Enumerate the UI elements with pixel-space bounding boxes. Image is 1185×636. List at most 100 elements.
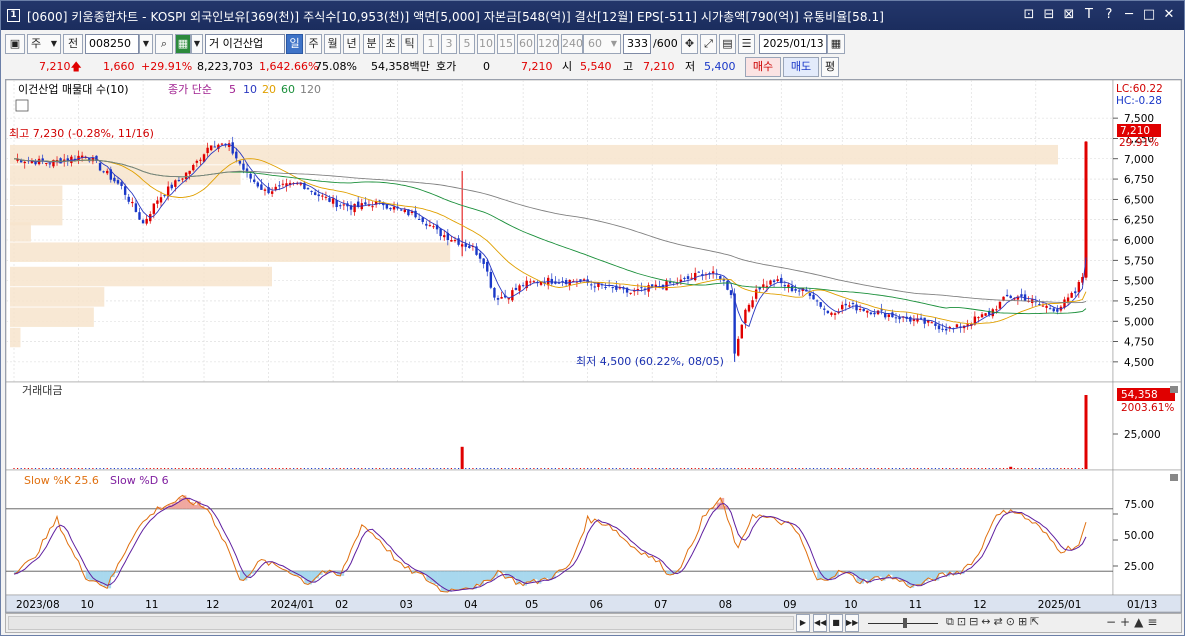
price-tick-label: 5,000: [1124, 316, 1154, 328]
price-tick-label: 6,750: [1124, 174, 1154, 186]
volume-bar: [766, 468, 768, 469]
period-year[interactable]: 년: [343, 34, 360, 54]
minimize-icon[interactable]: ─: [1122, 8, 1136, 22]
candle-body: [353, 203, 356, 213]
minute-60[interactable]: 60: [517, 34, 535, 54]
rewind-icon[interactable]: ◀◀: [813, 614, 827, 632]
legend-ma-label: 종가 단순: [168, 83, 212, 96]
candle-body: [1005, 294, 1009, 297]
period-tick[interactable]: 틱: [401, 34, 418, 54]
volume-bar: [716, 468, 718, 469]
maximize-icon[interactable]: □: [1142, 8, 1156, 22]
candle-body: [944, 328, 948, 331]
x-axis-label: 10: [81, 599, 94, 611]
candle-body: [310, 190, 313, 192]
minute-240[interactable]: 240: [561, 34, 583, 54]
volume-bar: [382, 468, 384, 469]
candle-body: [826, 310, 830, 314]
minute-3[interactable]: 3: [441, 34, 457, 54]
layout-icon[interactable]: ▣: [5, 34, 25, 54]
draw-icon[interactable]: ⤢: [700, 34, 717, 54]
grid-icon[interactable]: ▦: [175, 34, 191, 54]
volume-bar: [246, 468, 248, 469]
chart-area[interactable]: 이건산업 매물대 수(10) 종가 단순 5 10 20 60 120 최고 7…: [5, 79, 1182, 613]
date-input[interactable]: 2025/01/13: [759, 34, 827, 54]
volume-bar: [848, 468, 850, 469]
code-dropdown-icon[interactable]: ▼: [139, 34, 153, 54]
pin-icon[interactable]: ⊠: [1062, 8, 1076, 22]
volume-bar: [938, 468, 940, 469]
candle-body: [1048, 308, 1052, 310]
minute-5[interactable]: 5: [459, 34, 475, 54]
minute-15[interactable]: 15: [497, 34, 515, 54]
minute-10[interactable]: 10: [477, 34, 495, 54]
volume-bar: [475, 468, 478, 469]
minute-1[interactable]: 1: [423, 34, 439, 54]
volume-bar: [393, 468, 395, 469]
volume-bar: [906, 468, 908, 469]
volume-bar: [694, 468, 696, 469]
candle-body: [278, 185, 281, 187]
volume-bar: [755, 468, 757, 469]
period-second[interactable]: 초: [382, 34, 399, 54]
play-icon[interactable]: ▶▶: [845, 614, 859, 632]
avg-button[interactable]: 평: [821, 57, 839, 77]
save-icon[interactable]: ▤: [719, 34, 736, 54]
help-icon[interactable]: ?: [1102, 8, 1116, 22]
chart-canvas[interactable]: 이건산업 매물대 수(10) 종가 단순 5 10 20 60 120 최고 7…: [6, 80, 1181, 612]
volume-bar: [863, 468, 865, 469]
period-minute[interactable]: 분: [363, 34, 380, 54]
candle-body: [170, 184, 173, 189]
volume-bar: [508, 468, 510, 469]
crosshair-icon[interactable]: ✥: [681, 34, 698, 54]
zoom-icons[interactable]: −+▲≡: [1106, 615, 1161, 629]
title-bar[interactable]: 1 [0600] 키움종합차트 - KOSPI 외국인보유[369(천)] 주식…: [1, 1, 1184, 30]
volume-bar: [647, 468, 650, 469]
candle-body: [453, 240, 457, 242]
settings-icon[interactable]: ☰: [738, 34, 755, 54]
volume-bar: [579, 468, 582, 469]
window-number-icon[interactable]: 1: [7, 9, 20, 22]
link-icon[interactable]: ⊡: [1022, 8, 1036, 22]
volume-bar: [285, 468, 288, 469]
volume-bar: [888, 468, 890, 469]
volume-bar: [881, 468, 883, 469]
candle-body: [995, 309, 998, 311]
minute-select[interactable]: 60 ▼: [583, 34, 621, 54]
volume-bar: [336, 468, 338, 469]
jeon-button[interactable]: 전: [63, 34, 83, 54]
volume-bar: [748, 468, 750, 469]
zoom-slider-handle[interactable]: [903, 618, 907, 628]
split-icon[interactable]: ⊟: [1042, 8, 1056, 22]
calendar-icon[interactable]: ▦: [827, 34, 845, 54]
minute-120[interactable]: 120: [537, 34, 559, 54]
close-icon[interactable]: ✕: [1162, 8, 1176, 22]
scroll-right-icon[interactable]: ▶: [796, 614, 810, 632]
search-icon[interactable]: ⌕: [155, 34, 173, 54]
period-week[interactable]: 주: [305, 34, 322, 54]
candle-body: [235, 151, 238, 159]
count-input[interactable]: 333: [623, 34, 651, 54]
stock-code-input[interactable]: 008250: [85, 34, 139, 54]
legend-ma-10: 10: [243, 83, 257, 96]
horizontal-scrollbar[interactable]: [8, 616, 794, 630]
stoch-overbought-fill: [193, 504, 198, 509]
period-day[interactable]: 일: [286, 34, 303, 54]
chevron-down-icon[interactable]: ▼: [191, 34, 203, 54]
volume-bar: [587, 468, 589, 469]
volume-bar: [963, 468, 965, 469]
volume-bar: [820, 468, 822, 469]
stop-icon[interactable]: ■: [829, 614, 843, 632]
sell-button[interactable]: 매도: [783, 57, 819, 77]
bottom-tool-icons[interactable]: ⧉⊡⊟↔⇄⊙⊞⇱: [946, 615, 1042, 629]
period-select[interactable]: 주 ▼: [27, 34, 61, 54]
stoch-oversold-fill: [469, 571, 474, 589]
candle-body: [177, 179, 181, 181]
volume-bar: [590, 468, 592, 469]
font-icon[interactable]: T: [1082, 8, 1096, 22]
stock-name-field[interactable]: 거 이건산업: [205, 34, 285, 54]
stoch-oversold-fill: [917, 571, 922, 585]
volume-bar: [619, 468, 621, 469]
period-month[interactable]: 월: [324, 34, 341, 54]
buy-button[interactable]: 매수: [745, 57, 781, 77]
